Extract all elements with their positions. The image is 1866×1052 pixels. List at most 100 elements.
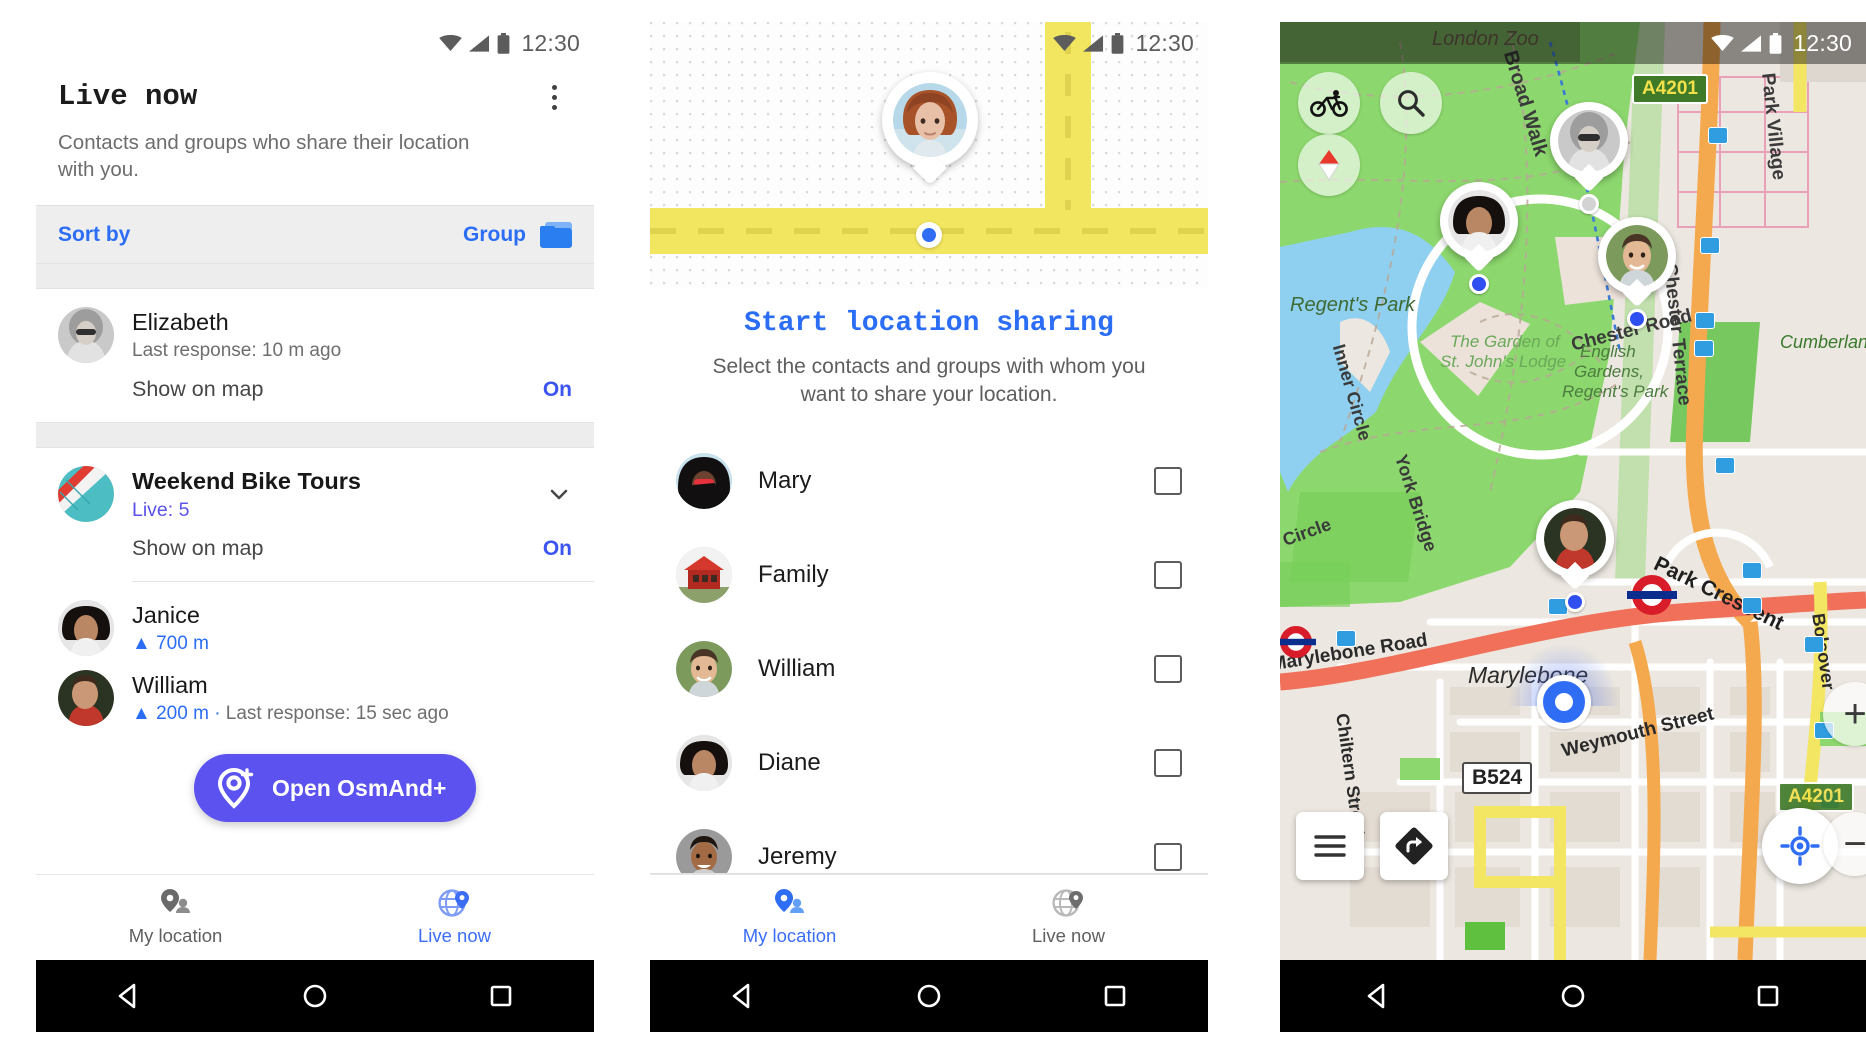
back-triangle-icon[interactable] <box>112 979 146 1013</box>
contact-name: Jeremy <box>758 843 837 871</box>
search-icon[interactable] <box>1380 72 1442 134</box>
bicycle-profile-icon[interactable] <box>1298 72 1360 134</box>
directions-turn-icon[interactable] <box>1380 812 1448 880</box>
android-navigation-bar <box>1280 960 1866 1032</box>
avatar <box>58 307 114 364</box>
back-triangle-icon[interactable] <box>1361 979 1395 1013</box>
jeremy-map-pin[interactable] <box>1536 500 1614 612</box>
back-triangle-icon[interactable] <box>726 979 760 1013</box>
avatar <box>676 547 732 604</box>
distance-arrow-icon: ▲ <box>132 703 151 725</box>
tab-label: Live now <box>417 924 491 946</box>
home-circle-icon[interactable] <box>1556 979 1590 1013</box>
my-location-pin-icon <box>774 888 804 913</box>
hamburger-menu-icon[interactable] <box>1296 812 1364 880</box>
wifi-icon <box>1053 35 1077 51</box>
tab-label: My location <box>128 924 223 946</box>
show-on-map-value[interactable]: On <box>543 537 572 561</box>
recents-square-icon[interactable] <box>484 979 518 1013</box>
avatar <box>58 466 114 523</box>
janice-map-pin[interactable] <box>1440 182 1518 294</box>
page-subtitle: Contacts and groups who share their loca… <box>58 131 470 182</box>
recents-square-icon[interactable] <box>1751 979 1785 1013</box>
phone-screen-map: London Zoo Broad Walk Regent's Park The … <box>1280 22 1866 1032</box>
contact-name: Family <box>758 561 829 589</box>
tab-live-now[interactable]: Live now <box>315 875 594 960</box>
group-live-count: Live: 5 <box>132 498 190 521</box>
section-divider <box>36 263 594 290</box>
tab-live-now[interactable]: Live now <box>929 875 1208 960</box>
tab-label: Live now <box>1031 924 1105 946</box>
tab-my-location[interactable]: My location <box>36 875 315 960</box>
bus-stop-icon <box>1695 312 1715 329</box>
folder-icon[interactable] <box>540 221 572 248</box>
phone-screen-live-now: 12:30 Live now Contacts and groups who s… <box>36 22 594 1032</box>
bus-stop-icon <box>1715 457 1735 474</box>
sort-bar[interactable]: Sort by Group <box>36 205 594 264</box>
list-item[interactable]: Elizabeth Last response: 10 m ago <box>36 289 594 371</box>
compass-icon[interactable] <box>1298 134 1360 196</box>
signal-icon <box>469 34 490 52</box>
kebab-menu-icon[interactable] <box>540 80 568 114</box>
signal-icon <box>1741 34 1762 52</box>
wifi-icon <box>1711 35 1735 51</box>
list-item[interactable]: Janice ▲ 700 m <box>36 582 594 664</box>
hero-avatar-pin <box>882 72 978 185</box>
list-item[interactable]: Family <box>650 528 1208 622</box>
battery-icon <box>1112 32 1124 54</box>
list-item[interactable]: Mary <box>650 434 1208 528</box>
tab-label: My location <box>742 924 837 946</box>
home-circle-icon[interactable] <box>298 979 332 1013</box>
chevron-down-icon[interactable] <box>546 481 572 507</box>
bottom-navigation: My location Live now <box>650 874 1208 960</box>
contact-name: William <box>758 655 836 683</box>
live-now-body: Live now Contacts and groups who share t… <box>36 64 594 1032</box>
android-navigation-bar <box>650 960 1208 1032</box>
live-now-header: Live now Contacts and groups who share t… <box>36 64 594 183</box>
checkbox[interactable] <box>1154 467 1182 496</box>
osmand-map[interactable]: London Zoo Broad Walk Regent's Park The … <box>1280 22 1866 1032</box>
bus-stop-icon <box>1700 237 1720 254</box>
list-item[interactable]: Weekend Bike Tours Live: 5 <box>36 448 594 530</box>
open-osmand-plus-button[interactable]: Open OsmAnd+ <box>194 754 477 822</box>
bus-stop-icon <box>1694 340 1714 357</box>
tab-my-location[interactable]: My location <box>650 875 929 960</box>
page-title: Live now <box>58 80 198 113</box>
avatar <box>58 670 114 727</box>
avatar <box>676 641 732 698</box>
status-time: 12:30 <box>1135 29 1194 56</box>
checkbox[interactable] <box>1154 561 1182 590</box>
signal-icon <box>1083 34 1104 52</box>
status-bar: 12:30 <box>1280 22 1866 64</box>
avatar <box>676 453 732 510</box>
location-dot <box>916 222 942 248</box>
avatar <box>676 735 732 792</box>
android-navigation-bar <box>36 960 594 1032</box>
list-item[interactable]: William ▲ 200 m · Last response: 15 sec … <box>36 664 594 734</box>
show-on-map-value[interactable]: On <box>543 378 572 402</box>
home-circle-icon[interactable] <box>912 979 946 1013</box>
tube-station-icon <box>1627 575 1677 615</box>
checkbox[interactable] <box>1154 843 1182 872</box>
bus-stop-icon <box>1708 127 1728 144</box>
sort-by-value[interactable]: Group <box>463 223 526 247</box>
recents-square-icon[interactable] <box>1098 979 1132 1013</box>
show-on-map-label: Show on map <box>132 536 264 561</box>
battery-icon <box>498 32 510 54</box>
group-name: Weekend Bike Tours <box>132 467 361 494</box>
checkbox[interactable] <box>1154 655 1182 684</box>
page-title: Start location sharing <box>744 308 1114 339</box>
contact-distance: ▲ 200 m · Last response: 15 sec ago <box>132 703 449 725</box>
list-item[interactable]: Diane <box>650 716 1208 810</box>
contact-distance: ▲ 700 m <box>132 633 209 655</box>
contact-name: Mary <box>758 467 812 495</box>
william-map-pin[interactable] <box>1598 217 1676 329</box>
checkbox[interactable] <box>1154 749 1182 778</box>
list-item[interactable]: William <box>650 622 1208 716</box>
show-on-map-row[interactable]: Show on map On <box>36 371 594 422</box>
elizabeth-map-pin[interactable] <box>1550 102 1628 214</box>
show-on-map-row[interactable]: Show on map On <box>36 530 594 581</box>
contact-select-list: Mary Family William Diane Jeremy <box>650 434 1208 904</box>
live-globe-icon <box>1051 888 1083 917</box>
status-time: 12:30 <box>1793 29 1852 56</box>
